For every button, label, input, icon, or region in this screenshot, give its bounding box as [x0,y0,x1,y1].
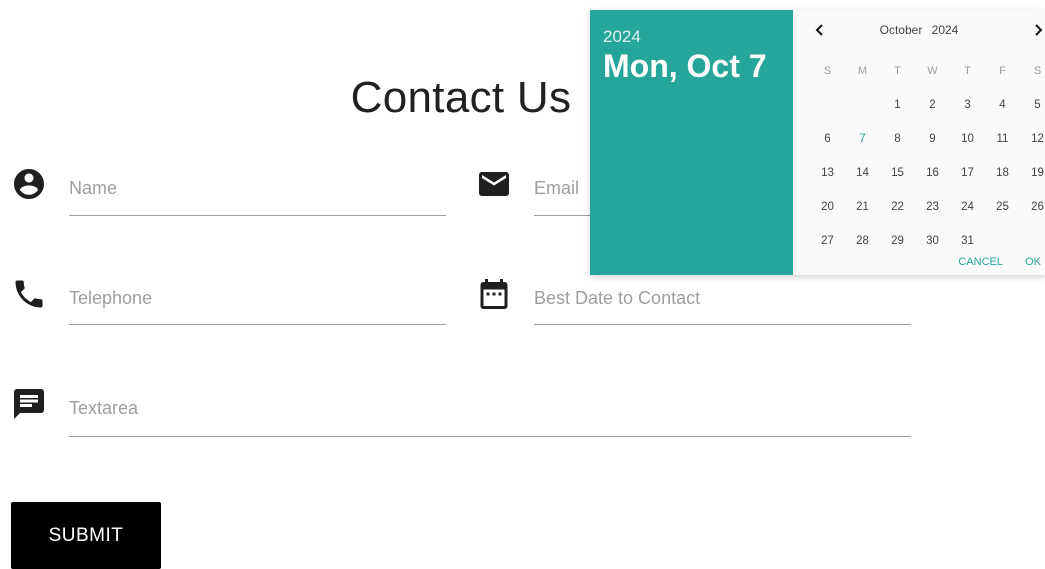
calendar-day[interactable]: 11 [985,122,1020,156]
textarea-input[interactable]: Textarea [69,398,138,419]
calendar-empty-cell [985,224,1020,258]
calendar-day[interactable]: 24 [950,190,985,224]
calendar-day[interactable]: 13 [810,156,845,190]
chevron-right-icon [1035,24,1043,36]
weekday-label: M [857,65,868,77]
name-field[interactable]: Name [11,166,446,216]
calendar-day[interactable]: 16 [915,156,950,190]
account-circle-icon [11,166,47,202]
telephone-field[interactable]: Telephone [11,276,446,325]
month-select[interactable]: October [880,23,923,37]
calendar-week-row: 13 14 15 16 17 18 19 [810,156,1045,190]
submit-button[interactable]: SUBMIT [11,502,161,569]
calendar-day[interactable]: 6 [810,122,845,156]
next-month-button[interactable] [1030,20,1045,40]
year-select[interactable]: 2024 [932,23,959,37]
calendar-day[interactable]: 26 [1020,190,1045,224]
calendar-day[interactable]: 12 [1020,122,1045,156]
weekday-label: S [823,65,832,77]
calendar-empty-cell [810,88,845,122]
calendar-day[interactable]: 22 [880,190,915,224]
message-icon [11,386,47,422]
calendar-day[interactable]: 21 [845,190,880,224]
calendar-day[interactable]: 17 [950,156,985,190]
cancel-button[interactable]: CANCEL [958,256,1003,268]
calendar-day[interactable]: 25 [985,190,1020,224]
month-year-label: October 2024 [793,23,1045,37]
calendar-day[interactable]: 15 [880,156,915,190]
calendar-week-row: 20 21 22 23 24 25 26 [810,190,1045,224]
calendar-empty-cell [845,88,880,122]
weekday-label: T [964,65,971,77]
ok-button[interactable]: OK [1025,256,1041,268]
name-underline [69,215,446,216]
datepicker-header: 2024 Mon, Oct 7 [590,10,793,275]
phone-icon [11,276,47,312]
datepicker-year[interactable]: 2024 [603,27,641,47]
calendar-empty-cell [1020,224,1045,258]
weekday-label: W [927,65,938,77]
calendar-day[interactable]: 10 [950,122,985,156]
calendar-day[interactable]: 20 [810,190,845,224]
datepicker-selected-date: Mon, Oct 7 [603,48,767,84]
best-date-input[interactable]: Best Date to Contact [534,288,700,309]
textarea-field[interactable]: Textarea [11,386,911,437]
calendar-day[interactable]: 27 [810,224,845,258]
weekday-label: F [999,65,1006,77]
calendar-day[interactable]: 19 [1020,156,1045,190]
calendar-day[interactable]: 28 [845,224,880,258]
calendar-week-row: 12345 [810,88,1045,122]
calendar-day[interactable]: 7 [845,122,880,156]
calendar-day[interactable]: 8 [880,122,915,156]
calendar-week-row: 27 28 29 30 31 [810,224,1045,258]
calendar-day[interactable]: 18 [985,156,1020,190]
weekday-label: S [1033,65,1042,77]
calendar-day[interactable]: 9 [915,122,950,156]
datepicker-modal: 2024 Mon, Oct 7 October 2024 SMTWTFS1234… [590,10,1045,275]
calendar-day[interactable]: 30 [915,224,950,258]
weekday-header-row: SMTWTFS [810,54,1045,88]
calendar-day[interactable]: 5 [1020,88,1045,122]
best-date-underline [534,324,911,325]
telephone-underline [69,324,446,325]
best-date-field[interactable]: Best Date to Contact [476,276,911,325]
email-icon [476,166,512,202]
telephone-input[interactable]: Telephone [69,288,152,309]
calendar-day[interactable]: 29 [880,224,915,258]
calendar-day[interactable]: 1 [880,88,915,122]
calendar-day[interactable]: 3 [950,88,985,122]
calendar-day[interactable]: 14 [845,156,880,190]
datepicker-calendar: October 2024 S M T W T F S 1 2 3 4 5 6 7 8 9 10 11 12 13 14 1… [793,10,1045,275]
calendar-day[interactable]: 4 [985,88,1020,122]
email-input[interactable]: Email [534,178,579,199]
calendar-icon [476,276,512,312]
name-input[interactable]: Name [69,178,117,199]
calendar-day[interactable]: 23 [915,190,950,224]
calendar-day[interactable]: 31 [950,224,985,258]
calendar-day[interactable]: 2 [915,88,950,122]
textarea-underline [69,436,911,437]
weekday-label: T [894,65,901,77]
calendar-week-row: 6 7 8 9 10 11 12 [810,122,1045,156]
calendar-grid: S M T W T F S 1 2 3 4 5 6 7 8 9 10 11 12 13 14 15 16 17 18 19 20 21… [810,54,1045,258]
